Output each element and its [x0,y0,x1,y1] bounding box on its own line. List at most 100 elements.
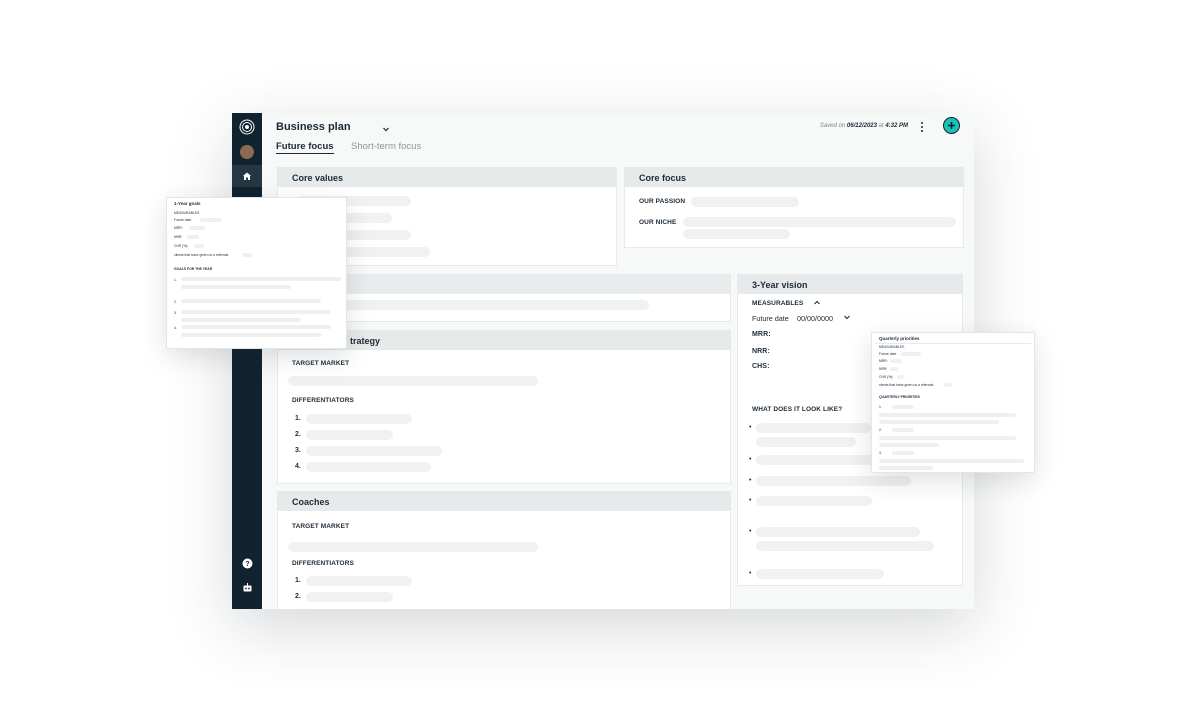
skeleton-line [890,367,898,371]
avatar[interactable] [232,141,262,163]
chs-label: CHS (%): [879,375,894,379]
skeleton-line [879,413,1016,417]
top-bar: Business plan Future focus Short-term fo… [262,113,974,161]
skeleton-line [892,428,914,432]
bullet: • [749,528,752,535]
bullet: • [749,424,752,431]
skeleton-line [200,218,222,222]
nrr-label: NRR: [752,348,770,355]
chs-label: CHS: [752,363,770,370]
skeleton-line [756,569,884,579]
robot-icon[interactable] [232,577,262,597]
chevron-up-icon[interactable] [813,299,821,307]
tab-short-term-focus[interactable]: Short-term focus [351,141,421,152]
skeleton-line [181,285,291,289]
skeleton-line [181,310,331,314]
coaches-card: Coaches TARGET MARKET DIFFERENTIATORS 1.… [277,491,731,609]
card-title: Coaches [278,492,730,511]
marketing-strategy-card: trategy TARGET MARKET DIFFERENTIATORS 1.… [277,330,731,484]
target-market-label: TARGET MARKET [292,360,350,367]
skeleton-line [691,197,799,207]
look-like-label: WHAT DOES IT LOOK LIKE? [752,406,843,413]
list-number: 3. [295,447,301,454]
future-date-value[interactable]: 00/00/0000 [797,314,833,323]
list-number: 4. [174,326,177,330]
core-focus-card: Core focus OUR PASSION OUR NICHE [624,167,964,248]
chevron-down-icon[interactable] [843,313,851,321]
mrr-label: MRR: [752,331,771,338]
kebab-menu-icon[interactable] [918,120,926,134]
saved-date: 06/12/2023 [846,123,877,129]
skeleton-line [879,443,939,447]
goals-title: GOALS FOR THE YEAR [174,267,213,271]
card-title: 3-Year vision [738,275,962,294]
page-title: Business plan [276,121,351,133]
target-logo-icon[interactable] [232,116,262,138]
skeleton-line [306,446,442,456]
list-number: 1. [879,405,882,409]
app-window: ? Business plan Future focus Short-term … [232,113,974,609]
skeleton-line [181,333,321,337]
skeleton-line [890,359,902,363]
card-title-text: trategy [350,336,381,346]
skeleton-line [181,299,321,303]
skeleton-line [306,462,431,472]
bullet: • [749,497,752,504]
differentiators-label: DIFFERENTIATORS [292,397,354,404]
skeleton-line [181,318,301,322]
list-number: 3. [174,311,177,315]
skeleton-line [892,451,914,455]
saved-time: 4:32 PM [885,123,908,129]
one-year-goals-popup: 1-Year goals MEASURABLES Future date MRR… [166,197,347,349]
skeleton-line [242,253,252,257]
skeleton-line [683,217,956,227]
skeleton-line [306,576,412,586]
skeleton-line [756,541,934,551]
help-circle-icon[interactable]: ? [232,553,262,573]
nrr-label: NRR: [879,367,888,371]
mrr-label: MRR: [174,226,183,230]
passion-label: OUR PASSION [639,198,686,205]
skeleton-line [901,352,921,356]
list-number: 1. [295,577,301,584]
differentiators-label: DIFFERENTIATORS [292,560,354,567]
saved-status: Saved on 06/12/2023 at 4:32 PM [820,123,908,129]
skeleton-line [756,423,871,433]
list-number: 2. [879,428,882,432]
priorities-title: QUARTERLY PRIORITIES [879,395,920,399]
future-date-label: Future date [174,218,192,222]
list-number: 2. [174,300,177,304]
target-market-label: TARGET MARKET [292,523,350,530]
tab-future-focus[interactable]: Future focus [276,141,334,154]
future-date-label: Future date [752,314,789,323]
bullet: • [749,456,752,463]
clients-note: clients that have given us a referrals [174,253,229,257]
skeleton-line [892,405,914,409]
quarterly-priorities-popup: Quarterly priorities MEASURABLES Future … [871,332,1035,473]
skeleton-line [879,436,1016,440]
skeleton-line [306,592,393,602]
card-title: Core focus [625,168,963,187]
list-number: 1. [174,278,177,282]
skeleton-line [756,476,911,486]
chevron-down-icon[interactable] [382,120,390,138]
measurables-label: MEASURABLES [174,211,200,215]
skeleton-line [194,244,204,248]
saved-mid: at [878,123,884,129]
skeleton-line [897,375,904,379]
popup-title: 1-Year goals [174,201,201,206]
nrr-label: NRR: [174,235,183,239]
skeleton-line [683,229,790,239]
skeleton-line [756,527,920,537]
mrr-label: MRR: [879,359,888,363]
measurables-label: MEASURABLES [879,345,905,349]
skeleton-line [306,430,393,440]
niche-label: OUR NICHE [639,219,677,226]
list-number: 2. [295,593,301,600]
home-icon[interactable] [232,165,262,187]
add-button[interactable] [943,117,960,134]
skeleton-line [756,437,856,447]
skeleton-line [288,542,538,552]
divider [875,343,1031,344]
skeleton-line [181,277,341,281]
